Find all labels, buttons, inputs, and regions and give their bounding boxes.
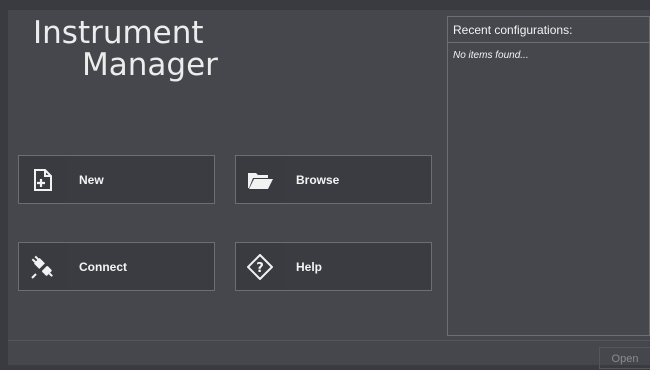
new-label: New bbox=[79, 172, 104, 187]
help-button[interactable]: ? Help bbox=[235, 242, 432, 291]
new-button[interactable]: New bbox=[18, 155, 215, 204]
footer-divider bbox=[8, 340, 650, 341]
app-title-line2: Manager bbox=[82, 47, 218, 83]
browse-label: Browse bbox=[296, 172, 340, 187]
recent-configurations-header: Recent configurations: bbox=[448, 17, 649, 43]
connect-button[interactable]: Connect bbox=[18, 242, 215, 291]
open-button[interactable]: Open bbox=[599, 347, 650, 369]
svg-text:?: ? bbox=[256, 261, 264, 276]
new-file-icon bbox=[19, 156, 67, 203]
help-label: Help bbox=[296, 259, 323, 274]
app-title-line1: Instrument bbox=[33, 15, 204, 51]
browse-button[interactable]: Browse bbox=[235, 155, 432, 204]
recent-configurations-panel[interactable]: Recent configurations: No items found... bbox=[447, 16, 650, 336]
plug-icon bbox=[19, 243, 67, 290]
connect-label: Connect bbox=[79, 259, 127, 274]
recent-empty-text: No items found... bbox=[453, 50, 529, 61]
folder-open-icon bbox=[236, 156, 284, 203]
help-diamond-icon: ? bbox=[236, 243, 284, 290]
